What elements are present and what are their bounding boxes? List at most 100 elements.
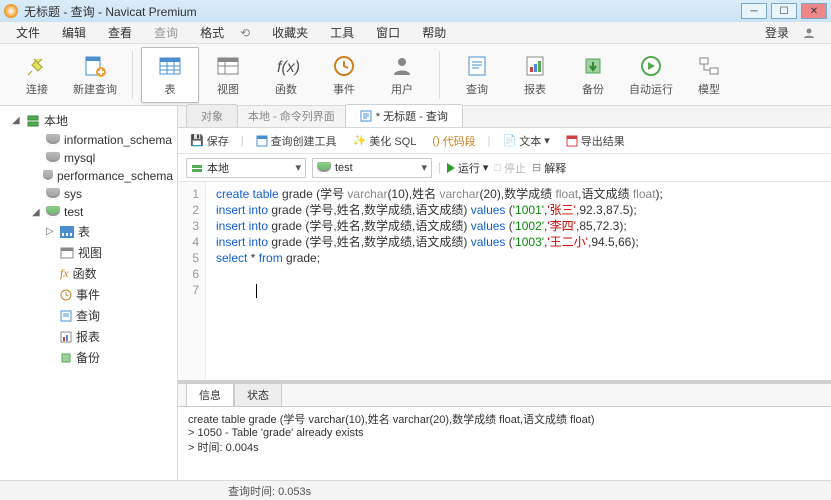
beautify-button[interactable]: ✨美化 SQL <box>349 131 421 151</box>
tree-db-performance_schema[interactable]: performance_schema <box>0 167 177 185</box>
tab-query[interactable]: * 无标题 - 查询 <box>345 104 463 127</box>
db-icon <box>46 152 60 164</box>
view-icon <box>215 53 241 79</box>
toolbar-clock[interactable]: 事件 <box>315 47 373 103</box>
menu-format[interactable]: 格式 <box>190 22 234 43</box>
query-icon <box>60 310 72 322</box>
maximize-button[interactable]: ☐ <box>771 3 797 19</box>
line-gutter: 1234567 <box>178 182 206 380</box>
toolbar-query[interactable]: 查询 <box>448 47 506 103</box>
toolbar-user[interactable]: 用户 <box>373 47 431 103</box>
tab-objects-sub: 本地 - 命令列界面 <box>240 108 343 127</box>
toolbar-backup[interactable]: 备份 <box>564 47 622 103</box>
tree-child-report[interactable]: 报表 <box>0 326 177 347</box>
newquery-icon <box>82 53 108 79</box>
menu-window[interactable]: 窗口 <box>366 22 410 43</box>
status-bar: 查询时间: 0.053s <box>0 480 831 500</box>
code-area[interactable]: create table grade (学号 varchar(10),姓名 va… <box>206 182 831 380</box>
tree-db-test[interactable]: ◢test <box>0 203 177 221</box>
db-icon <box>46 188 60 200</box>
model-icon <box>696 53 722 79</box>
fx-icon: f(x) <box>273 53 299 79</box>
window-title: 无标题 - 查询 - Navicat Premium <box>24 3 741 20</box>
db-icon <box>43 170 53 182</box>
query-time-label: 查询时间: 0.053s <box>228 483 311 499</box>
toolbar-fx[interactable]: f(x)函数 <box>257 47 315 103</box>
user-icon <box>389 53 415 79</box>
toolbar-newquery[interactable]: 新建查询 <box>66 47 124 103</box>
tab-objects[interactable]: 对象 <box>186 104 238 127</box>
table-icon <box>60 226 74 238</box>
db-icon <box>46 206 60 218</box>
backup-icon <box>580 53 606 79</box>
tree-db-sys[interactable]: sys <box>0 185 177 203</box>
auto-icon <box>638 53 664 79</box>
tree-root[interactable]: ◢本地 <box>0 110 177 131</box>
connection-tree[interactable]: ◢本地 information_schemamysqlperformance_s… <box>0 106 178 480</box>
export-button[interactable]: 导出结果 <box>562 131 629 151</box>
text-button[interactable]: 📄文本 ▾ <box>499 131 554 151</box>
app-logo-icon <box>4 4 18 18</box>
view-icon <box>60 247 74 259</box>
query-toolbar: 💾 保存 | 查询创建工具 ✨美化 SQL () 代码段 | 📄文本 ▾ 导出结… <box>178 128 831 154</box>
server-icon <box>26 114 40 128</box>
menu-fav[interactable]: 收藏夹 <box>262 22 318 43</box>
tree-db-information_schema[interactable]: information_schema <box>0 131 177 149</box>
toolbar-auto[interactable]: 自动运行 <box>622 47 680 103</box>
menu-view[interactable]: 查看 <box>98 22 142 43</box>
main-toolbar: 连接新建查询表视图f(x)函数事件用户查询报表备份自动运行模型 <box>0 44 831 106</box>
menu-help[interactable]: 帮助 <box>412 22 456 43</box>
db-combo[interactable]: test▾ <box>312 158 432 178</box>
clock-icon <box>331 53 357 79</box>
output-tab-status[interactable]: 状态 <box>234 383 282 406</box>
plug-icon <box>24 53 50 79</box>
run-button[interactable]: 运行 ▾ <box>447 160 489 176</box>
menu-tools[interactable]: 工具 <box>320 22 364 43</box>
clock-icon <box>60 289 72 301</box>
query-icon <box>360 110 372 122</box>
tree-root-label: 本地 <box>44 112 68 129</box>
menu-bar: 文件 编辑 查看 查询 格式 ⟲ 收藏夹 工具 窗口 帮助 登录 <box>0 22 831 44</box>
close-button[interactable]: ✕ <box>801 3 827 19</box>
fx-icon: fx <box>60 266 69 281</box>
menu-query[interactable]: 查询 <box>144 22 188 43</box>
tree-child-clock[interactable]: 事件 <box>0 284 177 305</box>
query-icon <box>464 53 490 79</box>
conn-combo[interactable]: 本地▾ <box>186 158 306 178</box>
editor-tabs: 对象 本地 - 命令列界面 * 无标题 - 查询 <box>178 106 831 128</box>
login-link[interactable]: 登录 <box>745 20 825 45</box>
toolbar-report[interactable]: 报表 <box>506 47 564 103</box>
menu-edit[interactable]: 编辑 <box>52 22 96 43</box>
output-panel: 信息 状态 create table grade (学号 varchar(10)… <box>178 380 831 480</box>
connection-bar: 本地▾ test▾ | 运行 ▾ □ 停止 ⊟解释 <box>178 154 831 182</box>
table-icon <box>157 53 183 79</box>
explain-button[interactable]: ⊟解释 <box>532 160 566 176</box>
bracket-button[interactable]: () 代码段 <box>428 131 479 151</box>
tree-child-table[interactable]: ▷表 <box>0 221 177 242</box>
refresh-icon[interactable]: ⟲ <box>230 24 260 42</box>
toolbar-table[interactable]: 表 <box>141 47 199 103</box>
output-body[interactable]: create table grade (学号 varchar(10),姓名 va… <box>178 406 831 480</box>
db-icon <box>46 134 60 146</box>
output-tab-info[interactable]: 信息 <box>186 383 234 406</box>
tree-db-mysql[interactable]: mysql <box>0 149 177 167</box>
backup-icon <box>60 352 72 364</box>
report-icon <box>522 53 548 79</box>
save-button[interactable]: 💾 保存 <box>186 131 233 151</box>
toolbar-view[interactable]: 视图 <box>199 47 257 103</box>
db-icon <box>317 162 331 174</box>
svg-text:f(x): f(x) <box>277 59 299 76</box>
toolbar-model[interactable]: 模型 <box>680 47 738 103</box>
menu-file[interactable]: 文件 <box>6 22 50 43</box>
report-icon <box>60 331 72 343</box>
tree-child-fx[interactable]: fx函数 <box>0 263 177 284</box>
sql-editor[interactable]: 1234567 create table grade (学号 varchar(1… <box>178 182 831 380</box>
stop-button[interactable]: □ 停止 <box>494 160 526 176</box>
toolbar-plug[interactable]: 连接 <box>8 47 66 103</box>
tree-child-backup[interactable]: 备份 <box>0 347 177 368</box>
tree-child-query[interactable]: 查询 <box>0 305 177 326</box>
tree-child-view[interactable]: 视图 <box>0 242 177 263</box>
query-builder-button[interactable]: 查询创建工具 <box>252 131 341 151</box>
minimize-button[interactable]: ─ <box>741 3 767 19</box>
play-icon <box>447 163 455 173</box>
